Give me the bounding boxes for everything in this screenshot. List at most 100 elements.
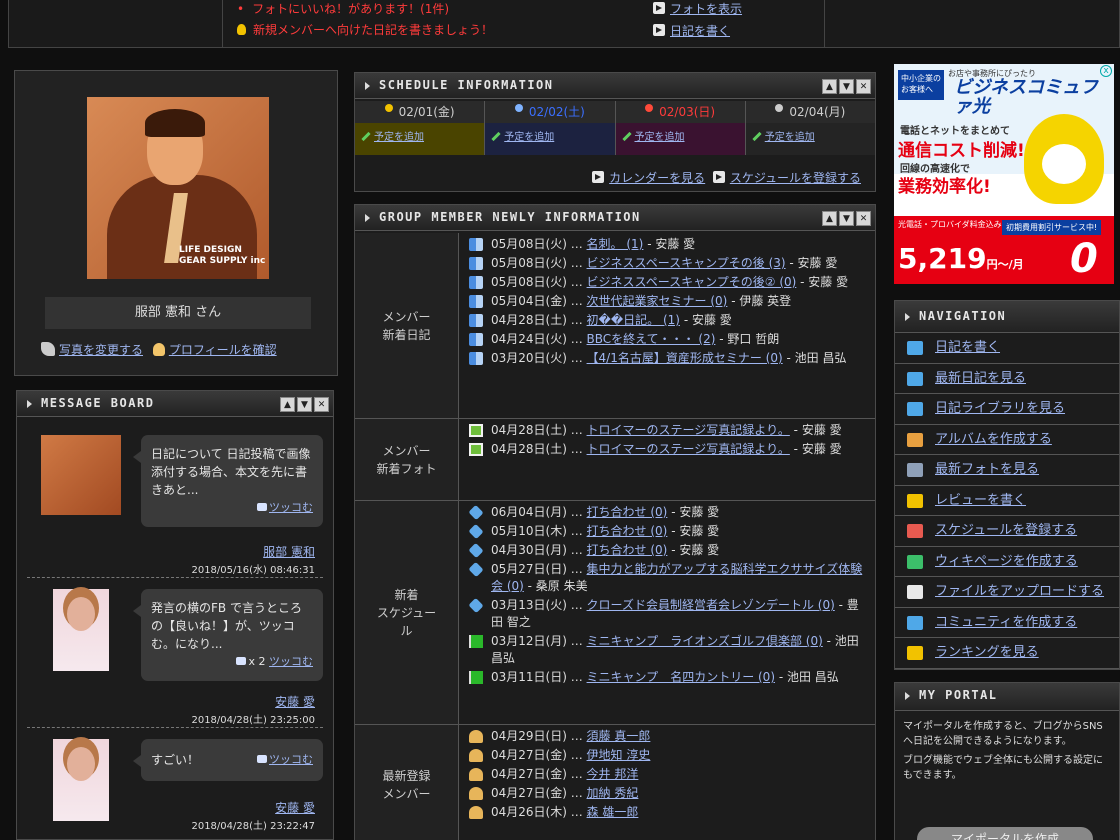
- reply-link[interactable]: ツッコむ: [269, 501, 313, 514]
- reply-count: x 2: [248, 655, 266, 668]
- nav-item-write-review[interactable]: レビューを書く: [895, 486, 1119, 516]
- nav-item-upload-file[interactable]: ファイルをアップロードする: [895, 577, 1119, 608]
- move-up-button[interactable]: ▲: [822, 211, 837, 226]
- item-link[interactable]: BBCを終えて・・・ (2): [587, 332, 716, 346]
- photo-icon: [469, 443, 483, 456]
- item-link[interactable]: 加納 秀紀: [587, 786, 639, 800]
- item-link[interactable]: クローズド会員制経営者会レゾンデートル (0): [587, 598, 835, 612]
- show-photo-link[interactable]: フォトを表示: [670, 2, 742, 16]
- nav-item-write-diary[interactable]: 日記を書く: [895, 333, 1119, 364]
- weather-sun-icon: [645, 104, 654, 112]
- nav-item-label[interactable]: コミュニティを作成する: [935, 615, 1077, 630]
- nav-item-label[interactable]: 日記ライブラリを見る: [935, 401, 1065, 416]
- view-calendar-link[interactable]: カレンダーを見る: [609, 171, 705, 185]
- section-member: 最新登録 メンバー 04月29日(日) … 須藤 真一郎 04月27日(金) … …: [355, 725, 875, 840]
- item-link[interactable]: 名刺。 (1): [587, 237, 644, 251]
- nav-item-label[interactable]: ランキングを見る: [935, 645, 1039, 660]
- add-schedule-link[interactable]: 予定を追加: [635, 132, 685, 143]
- diary-notice: 新規メンバーへ向けた日記を書きましょう！: [237, 21, 493, 38]
- nav-item-register-schedule[interactable]: スケジュールを登録する: [895, 516, 1119, 547]
- message-author[interactable]: 服部 憲和: [263, 543, 315, 560]
- reply-link[interactable]: ツッコむ: [269, 753, 313, 766]
- item-author: - 野口 哲朗: [719, 332, 780, 346]
- message-author[interactable]: 安藤 愛: [275, 693, 315, 710]
- item-link[interactable]: トロイマーのステージ写真記録より。: [587, 442, 790, 456]
- advertisement[interactable]: 中小企業のお客様へ お店や事務所にぴったり ビジネスコミュファ光 電話とネットを…: [894, 64, 1114, 284]
- item-link[interactable]: 伊地知 淳史: [587, 748, 651, 762]
- nav-item-create-community[interactable]: コミュニティを作成する: [895, 608, 1119, 638]
- add-schedule-link[interactable]: 予定を追加: [765, 132, 815, 143]
- message-date: 2018/05/16(水) 08:46:31: [191, 565, 315, 576]
- ad-line2: 通信コスト削減!: [898, 141, 1025, 161]
- nav-item-latest-photo[interactable]: 最新フォトを見る: [895, 455, 1119, 486]
- diary-icon: [469, 314, 483, 327]
- item-link[interactable]: 打ち合わせ (0): [587, 524, 668, 538]
- message-author[interactable]: 安藤 愛: [275, 799, 315, 816]
- nav-item-create-album[interactable]: アルバムを作成する: [895, 425, 1119, 455]
- nav-item-create-wiki[interactable]: ウィキページを作成する: [895, 547, 1119, 577]
- nav-item-label[interactable]: レビューを書く: [935, 493, 1026, 508]
- move-up-button[interactable]: ▲: [822, 79, 837, 94]
- item-link[interactable]: ミニキャンプ ライオンズゴルフ倶楽部 (0): [587, 634, 823, 648]
- item-date: 04月28日(土) …: [491, 423, 583, 437]
- nav-item-label[interactable]: スケジュールを登録する: [935, 523, 1077, 538]
- register-schedule-link[interactable]: スケジュールを登録する: [730, 171, 861, 185]
- day-label: 02/01(金): [398, 105, 455, 119]
- list-item: 04月29日(日) … 須藤 真一郎: [467, 728, 867, 745]
- message-date: 2018/04/28(土) 23:25:00: [191, 715, 315, 726]
- check-profile-link[interactable]: プロフィールを確認: [169, 343, 277, 357]
- move-up-button[interactable]: ▲: [280, 397, 295, 412]
- item-date: 05月08日(火) …: [491, 237, 583, 251]
- ad-close-icon[interactable]: x: [1100, 65, 1112, 77]
- wrench-icon: [41, 342, 55, 356]
- message-board-title: MESSAGE BOARD: [41, 396, 155, 410]
- item-author: - 安藤 愛: [800, 275, 849, 289]
- nav-item-label[interactable]: アルバムを作成する: [935, 432, 1052, 447]
- nav-item-label[interactable]: ファイルをアップロードする: [935, 584, 1104, 599]
- avatar[interactable]: [53, 739, 109, 821]
- nav-item-label[interactable]: ウィキページを作成する: [935, 554, 1078, 569]
- message-text: 発言の横のFB で言うところの【良いね！】が、ツッコむ。になり...: [151, 601, 302, 651]
- item-link[interactable]: 【4/1名古屋】資産形成セミナー (0): [587, 351, 783, 365]
- item-link[interactable]: 森 雄一郎: [587, 805, 639, 819]
- item-link[interactable]: トロイマーのステージ写真記録より。: [587, 423, 790, 437]
- create-portal-button[interactable]: マイポータルを作成: [917, 827, 1093, 840]
- item-link[interactable]: 初��日記。 (1): [587, 313, 680, 327]
- avatar[interactable]: [41, 435, 121, 515]
- avatar[interactable]: [53, 589, 109, 671]
- item-link[interactable]: 次世代起業家セミナー (0): [587, 294, 728, 308]
- list-item: 04月28日(土) … 初��日記。 (1) - 安藤 愛: [467, 312, 867, 329]
- move-down-button[interactable]: ▼: [839, 211, 854, 226]
- move-down-button[interactable]: ▼: [839, 79, 854, 94]
- nav-item-ranking[interactable]: ランキングを見る: [895, 638, 1119, 669]
- add-schedule-link[interactable]: 予定を追加: [374, 132, 424, 143]
- item-link[interactable]: ビジネススペースキャンプその後 (3): [587, 256, 786, 270]
- nav-item-label[interactable]: 日記を書く: [935, 340, 1000, 355]
- list-item: 06月04日(月) … 打ち合わせ (0) - 安藤 愛: [467, 504, 867, 521]
- item-link[interactable]: 須藤 真一郎: [587, 729, 651, 743]
- close-button[interactable]: ✕: [856, 79, 871, 94]
- member-icon: [469, 749, 483, 762]
- reply-link[interactable]: ツッコむ: [269, 655, 313, 668]
- item-link[interactable]: 打ち合わせ (0): [587, 505, 668, 519]
- close-button[interactable]: ✕: [314, 397, 329, 412]
- nav-item-diary-library[interactable]: 日記ライブラリを見る: [895, 394, 1119, 425]
- item-link[interactable]: ミニキャンプ 名四カントリー (0): [587, 670, 775, 684]
- member-icon: [469, 768, 483, 781]
- nav-item-label[interactable]: 最新日記を見る: [935, 371, 1026, 386]
- close-button[interactable]: ✕: [856, 211, 871, 226]
- day-cell: 02/02(土): [485, 101, 616, 123]
- chat-icon: [257, 755, 267, 763]
- item-link[interactable]: ビジネススペースキャンプその後② (0): [587, 275, 797, 289]
- change-photo-link[interactable]: 写真を変更する: [59, 343, 143, 357]
- nav-item-label[interactable]: 最新フォトを見る: [935, 462, 1039, 477]
- move-down-button[interactable]: ▼: [297, 397, 312, 412]
- item-link[interactable]: 今井 邦洋: [587, 767, 639, 781]
- add-schedule-link[interactable]: 予定を追加: [504, 132, 554, 143]
- schedule-days: 02/01(金) 02/02(土) 02/03(日) 02/04(月): [355, 101, 875, 123]
- item-link[interactable]: 打ち合わせ (0): [587, 543, 668, 557]
- list-item: 03月12日(月) … ミニキャンプ ライオンズゴルフ倶楽部 (0) - 池田 …: [467, 633, 867, 667]
- like-notice: • フォトにいいね！があります！(1件): [237, 0, 449, 17]
- write-diary-link[interactable]: 日記を書く: [670, 24, 730, 38]
- nav-item-latest-diary[interactable]: 最新日記を見る: [895, 364, 1119, 394]
